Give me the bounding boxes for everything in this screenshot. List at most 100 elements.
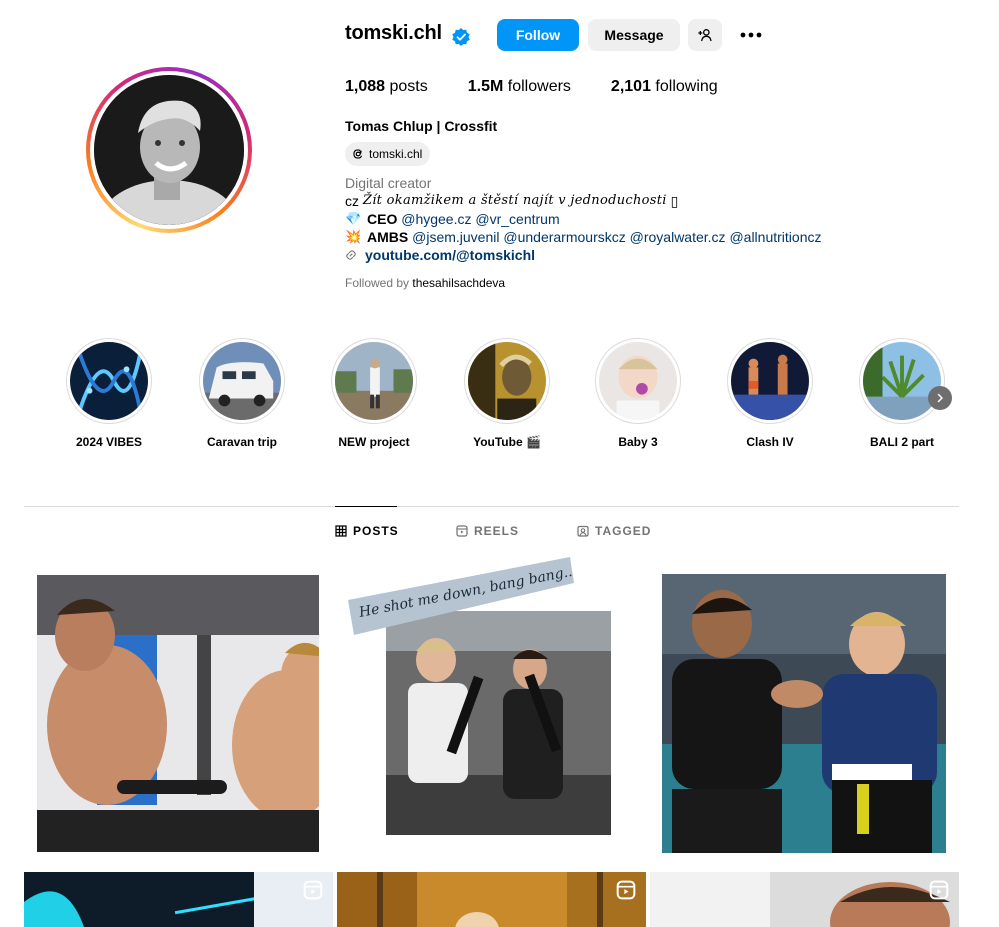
highlight-ring — [595, 338, 681, 424]
profile-full-name: Tomas Chlup | Crossfit — [345, 118, 498, 134]
following-count: 2,101 — [610, 78, 651, 95]
more-options-icon[interactable] — [737, 23, 765, 47]
highlight-ring — [859, 338, 945, 424]
avatar-photo — [94, 75, 244, 225]
followers-stat[interactable]: 1.5M followers — [468, 78, 571, 96]
posts-stat: 1,088 posts — [345, 78, 428, 96]
highlight-label: Baby 3 — [618, 435, 658, 449]
story-highlight[interactable]: 2024 VIBES — [59, 338, 159, 449]
bio-motto: Žít okamžikem a štěstí najít v jednoduch… — [362, 193, 667, 208]
post-tile[interactable] — [24, 872, 333, 927]
reels-icon — [616, 880, 636, 900]
bio-line-ceo: 💎 CEO @hygee.cz @vr_centrum — [345, 210, 821, 228]
post-photo: He shot me down, bang bang.. — [338, 555, 621, 840]
followed-by-prefix: Followed by — [345, 276, 410, 290]
reels-icon — [929, 880, 949, 900]
following-stat[interactable]: 2,101 following — [611, 78, 718, 96]
highlight-label: NEW project — [338, 435, 410, 449]
highlight-ring — [331, 338, 417, 424]
bio-line-ambassador: 💥 AMBS @jsem.juvenil @underarmourskcz @r… — [345, 228, 821, 246]
post-tile[interactable] — [650, 872, 959, 927]
highlight-cover — [599, 342, 677, 420]
story-highlight[interactable]: Baby 3 — [588, 338, 688, 449]
tab-reels-label: REELS — [474, 524, 520, 538]
posts-label: posts — [389, 78, 428, 95]
add-user-icon — [698, 29, 712, 42]
highlight-cover — [468, 342, 546, 420]
post-tile[interactable] — [662, 574, 946, 853]
bio-ceo-label: CEO — [367, 211, 398, 227]
bio-country-code: cz — [345, 193, 359, 209]
highlight-label: Caravan trip — [206, 435, 278, 449]
bio-motto-glyph: ▯ — [670, 193, 679, 209]
post-tile[interactable] — [337, 872, 646, 927]
bio-line-motto: cz Žít okamžikem a štěstí najít v jednod… — [345, 192, 821, 210]
post-photo — [37, 575, 319, 852]
followed-by[interactable]: Followed by thesahilsachdeva — [345, 276, 505, 290]
threads-badge[interactable]: tomski.chl — [345, 142, 431, 166]
highlight-label: Clash IV — [746, 435, 794, 449]
profile-avatar-ring[interactable] — [86, 67, 252, 233]
highlight-ring — [464, 338, 550, 424]
collision-icon: 💥 — [345, 229, 362, 244]
tab-reels[interactable]: REELS — [456, 524, 519, 538]
highlight-ring — [66, 338, 152, 424]
bio-mention[interactable]: @underarmourskcz — [503, 228, 625, 246]
reels-icon — [303, 880, 323, 900]
followers-count: 1.5M — [467, 78, 504, 95]
bio-mention[interactable]: @jsem.juvenil — [412, 228, 499, 246]
tabs-divider — [24, 506, 959, 507]
post-photo — [24, 872, 333, 927]
highlight-label: YouTube 🎬 — [473, 435, 541, 449]
story-highlight[interactable]: Clash IV — [720, 338, 820, 449]
tab-tagged-label: TAGGED — [595, 524, 652, 538]
bio-mention[interactable]: @vr_centrum — [475, 210, 559, 228]
post-photo — [662, 574, 946, 853]
tab-posts-label: POSTS — [353, 524, 399, 538]
post-tile[interactable]: He shot me down, bang bang.. — [338, 555, 621, 840]
highlight-label: BALI 2 part — [869, 435, 934, 449]
highlight-cover — [731, 342, 809, 420]
grid-icon — [335, 525, 347, 537]
profile-bio: cz Žít okamžikem a štěstí najít v jednod… — [345, 192, 821, 264]
bio-mention[interactable]: @allnutritioncz — [729, 228, 821, 246]
highlight-cover — [70, 342, 148, 420]
post-tile[interactable] — [37, 575, 319, 852]
reels-icon — [456, 525, 468, 537]
message-button[interactable]: Message — [588, 19, 680, 51]
highlight-label: 2024 VIBES — [75, 435, 143, 449]
gem-icon: 💎 — [345, 211, 362, 226]
post-photo — [650, 872, 959, 927]
posts-count: 1,088 — [345, 78, 386, 95]
followers-label: followers — [507, 78, 571, 95]
highlight-cover — [203, 342, 281, 420]
story-highlight[interactable]: Caravan trip — [192, 338, 292, 449]
threads-handle: tomski.chl — [369, 147, 423, 161]
follow-button[interactable]: Follow — [497, 19, 579, 51]
avatar — [94, 75, 244, 225]
link-icon — [346, 250, 356, 260]
verified-badge-icon — [452, 28, 470, 46]
story-highlight[interactable]: YouTube 🎬 — [457, 338, 557, 449]
profile-category: Digital creator — [345, 175, 432, 191]
bio-external-link[interactable]: youtube.com/@tomskichl — [345, 246, 821, 264]
bio-ambassador-label: AMBS — [367, 229, 409, 245]
bio-mention[interactable]: @royalwater.cz — [630, 228, 726, 246]
threads-icon — [353, 149, 363, 159]
highlight-ring — [199, 338, 285, 424]
tab-tagged[interactable]: TAGGED — [577, 524, 651, 538]
suggested-users-button[interactable] — [688, 19, 722, 51]
avatar-frame — [90, 71, 248, 229]
bio-mention[interactable]: @hygee.cz — [401, 210, 471, 228]
bio-link-text: youtube.com/@tomskichl — [365, 247, 536, 263]
profile-username: tomski.chl — [345, 22, 442, 44]
followed-by-user: thesahilsachdeva — [412, 276, 506, 290]
post-photo — [337, 872, 646, 927]
tab-posts[interactable]: POSTS — [335, 524, 399, 538]
highlights-next-button[interactable] — [928, 386, 952, 410]
tagged-icon — [577, 525, 589, 537]
story-highlight[interactable]: NEW project — [324, 338, 424, 449]
highlight-cover — [863, 342, 941, 420]
highlight-cover — [335, 342, 413, 420]
profile-stats: 1,088 posts 1.5M followers 2,101 followi… — [345, 78, 758, 96]
